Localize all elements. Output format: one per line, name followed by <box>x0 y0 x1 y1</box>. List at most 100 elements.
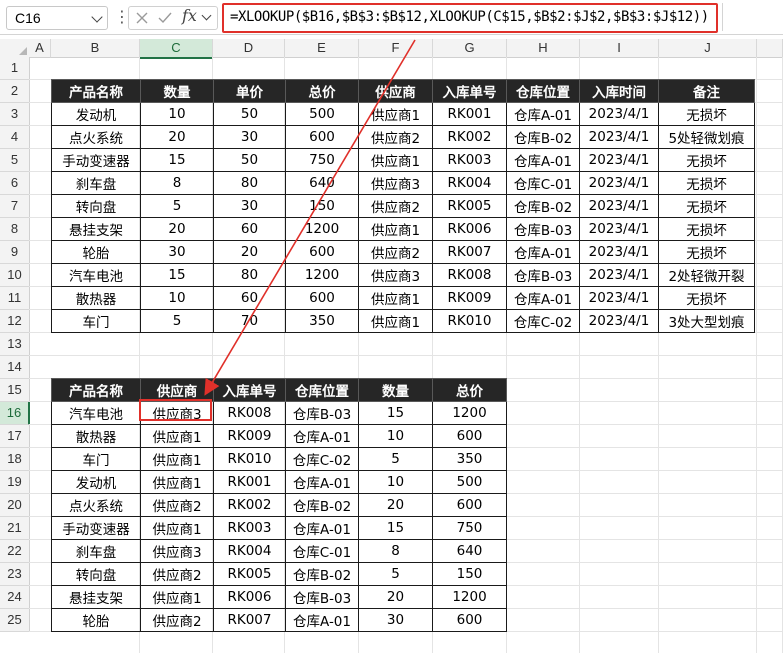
data-cell[interactable]: RK002 <box>432 125 507 149</box>
data-cell[interactable]: 2023/4/1 <box>579 148 659 172</box>
data-cell[interactable]: 8 <box>140 171 214 195</box>
data-cell[interactable]: 无损坏 <box>658 102 755 126</box>
column-header-F[interactable]: F <box>359 39 433 58</box>
data-cell[interactable]: 1200 <box>432 401 507 425</box>
data-cell[interactable]: RK003 <box>213 516 286 540</box>
data-cell[interactable]: 仓库A-01 <box>506 148 580 172</box>
data-cell[interactable]: 轮胎 <box>51 608 141 632</box>
data-cell[interactable]: 2023/4/1 <box>579 309 659 333</box>
data-cell[interactable]: 600 <box>432 424 507 448</box>
data-cell[interactable]: 悬挂支架 <box>51 217 141 241</box>
data-cell[interactable]: 600 <box>285 286 359 310</box>
data-cell[interactable]: 640 <box>285 171 359 195</box>
column-header-H[interactable]: H <box>507 39 580 58</box>
data-cell[interactable]: RK006 <box>432 217 507 241</box>
data-cell[interactable]: RK008 <box>213 401 286 425</box>
select-all-corner[interactable] <box>0 39 30 58</box>
header-cell[interactable]: 入库单号 <box>213 378 286 402</box>
data-cell[interactable]: 2023/4/1 <box>579 125 659 149</box>
data-cell[interactable]: 仓库B-02 <box>506 194 580 218</box>
data-cell[interactable]: 750 <box>285 148 359 172</box>
data-cell[interactable]: 70 <box>213 309 286 333</box>
column-header-G[interactable]: G <box>433 39 507 58</box>
data-cell[interactable]: 供应商3 <box>358 171 433 195</box>
data-cell[interactable]: 发动机 <box>51 470 141 494</box>
data-cell[interactable]: 150 <box>285 194 359 218</box>
data-cell[interactable]: 15 <box>140 148 214 172</box>
row-header-22[interactable]: 22 <box>0 540 30 563</box>
data-cell[interactable]: 2023/4/1 <box>579 286 659 310</box>
header-cell[interactable]: 仓库位置 <box>285 378 359 402</box>
data-cell[interactable]: RK006 <box>213 585 286 609</box>
header-cell[interactable]: 仓库位置 <box>506 79 580 103</box>
data-cell[interactable]: 30 <box>213 125 286 149</box>
row-header-7[interactable]: 7 <box>0 195 30 218</box>
data-cell[interactable]: 15 <box>358 401 433 425</box>
data-cell[interactable]: 80 <box>213 171 286 195</box>
data-cell[interactable]: 仓库C-01 <box>506 171 580 195</box>
header-cell[interactable]: 供应商 <box>140 378 214 402</box>
data-cell[interactable]: 供应商2 <box>358 240 433 264</box>
data-cell[interactable]: 转向盘 <box>51 562 141 586</box>
header-cell[interactable]: 单价 <box>213 79 286 103</box>
data-cell[interactable]: 2处轻微开裂 <box>658 263 755 287</box>
header-cell[interactable]: 入库单号 <box>432 79 507 103</box>
data-cell[interactable]: 仓库C-02 <box>506 309 580 333</box>
data-cell[interactable]: 50 <box>213 148 286 172</box>
row-header-10[interactable]: 10 <box>0 264 30 287</box>
data-cell[interactable]: 60 <box>213 217 286 241</box>
data-cell[interactable]: 仓库B-03 <box>506 263 580 287</box>
data-cell[interactable]: 无损坏 <box>658 194 755 218</box>
data-cell[interactable]: RK004 <box>432 171 507 195</box>
row-header-14[interactable]: 14 <box>0 356 30 379</box>
data-cell[interactable]: RK009 <box>213 424 286 448</box>
data-cell[interactable]: 仓库C-02 <box>285 447 359 471</box>
data-cell[interactable]: RK010 <box>213 447 286 471</box>
data-cell[interactable]: 仓库A-01 <box>506 102 580 126</box>
data-cell[interactable]: 轮胎 <box>51 240 141 264</box>
data-cell[interactable]: 供应商3 <box>140 539 214 563</box>
data-cell[interactable]: 转向盘 <box>51 194 141 218</box>
data-cell[interactable]: 供应商1 <box>140 585 214 609</box>
data-cell[interactable]: 750 <box>432 516 507 540</box>
data-cell[interactable]: 手动变速器 <box>51 148 141 172</box>
data-cell[interactable]: 5处轻微划痕 <box>658 125 755 149</box>
data-cell[interactable]: 供应商1 <box>140 516 214 540</box>
data-cell[interactable]: 供应商1 <box>140 470 214 494</box>
row-header-15[interactable]: 15 <box>0 379 30 402</box>
data-cell[interactable]: 20 <box>358 585 433 609</box>
data-cell[interactable]: 仓库B-02 <box>285 562 359 586</box>
row-header-6[interactable]: 6 <box>0 172 30 195</box>
data-cell[interactable]: 车门 <box>51 447 141 471</box>
data-cell[interactable]: 15 <box>358 516 433 540</box>
data-cell[interactable]: 600 <box>432 608 507 632</box>
data-cell[interactable]: 供应商3 <box>140 401 214 425</box>
data-cell[interactable]: 350 <box>432 447 507 471</box>
data-cell[interactable]: 5 <box>358 447 433 471</box>
data-cell[interactable]: 10 <box>140 102 214 126</box>
data-cell[interactable]: RK002 <box>213 493 286 517</box>
data-cell[interactable]: 仓库B-03 <box>285 585 359 609</box>
insert-function-icon[interactable]: fx <box>182 6 197 25</box>
header-cell[interactable]: 入库时间 <box>579 79 659 103</box>
row-header-4[interactable]: 4 <box>0 126 30 149</box>
data-cell[interactable]: 640 <box>432 539 507 563</box>
data-cell[interactable]: 10 <box>358 470 433 494</box>
data-cell[interactable]: 20 <box>140 217 214 241</box>
data-cell[interactable]: 2023/4/1 <box>579 217 659 241</box>
data-cell[interactable]: 仓库B-02 <box>506 125 580 149</box>
data-cell[interactable]: 散热器 <box>51 286 141 310</box>
data-cell[interactable]: 仓库A-01 <box>285 424 359 448</box>
cancel-icon[interactable] <box>133 9 151 27</box>
data-cell[interactable]: RK001 <box>213 470 286 494</box>
data-cell[interactable]: 20 <box>213 240 286 264</box>
column-header-E[interactable]: E <box>285 39 359 58</box>
data-cell[interactable]: 仓库A-01 <box>285 516 359 540</box>
data-cell[interactable]: RK004 <box>213 539 286 563</box>
data-cell[interactable]: 10 <box>358 424 433 448</box>
data-cell[interactable]: 2023/4/1 <box>579 171 659 195</box>
data-cell[interactable]: 600 <box>285 125 359 149</box>
row-header-5[interactable]: 5 <box>0 149 30 172</box>
data-cell[interactable]: 50 <box>213 102 286 126</box>
data-cell[interactable]: 刹车盘 <box>51 539 141 563</box>
